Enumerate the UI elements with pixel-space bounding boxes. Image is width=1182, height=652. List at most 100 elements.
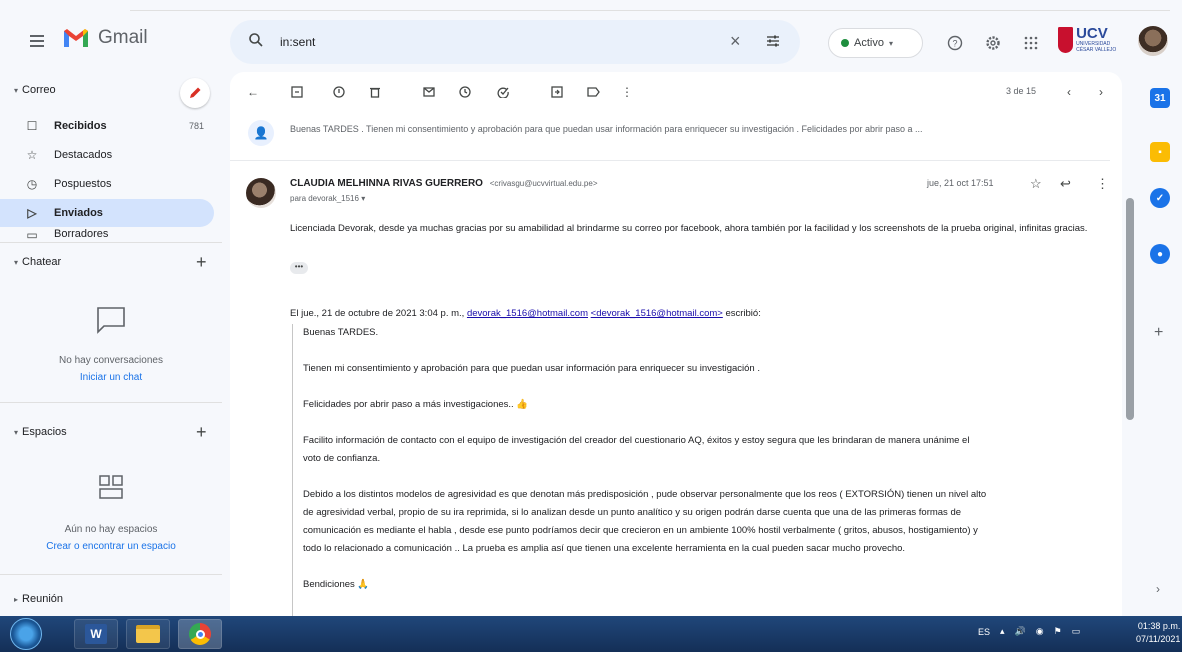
battery-icon[interactable]: ▭ — [1072, 626, 1081, 637]
organization-logo[interactable]: UCV UNIVERSIDAD CÉSAR VALLEJO — [1058, 22, 1128, 58]
org-logo-text: UCV — [1076, 25, 1108, 42]
quote-email-link[interactable]: devorak_1516@hotmail.com — [467, 308, 588, 319]
status-selector[interactable]: Activo ▾ — [828, 28, 923, 58]
help-icon[interactable]: ? — [946, 34, 964, 52]
new-chat-plus-icon[interactable]: + — [196, 252, 207, 273]
add-addon-plus-icon[interactable]: + — [1154, 324, 1163, 342]
label-tag-icon[interactable] — [584, 83, 602, 101]
language-indicator[interactable]: ES — [978, 627, 990, 637]
keep-icon[interactable]: ▪ — [1150, 142, 1170, 162]
chrome-app-icon[interactable] — [178, 619, 222, 649]
svg-text:?: ? — [952, 39, 957, 49]
divider — [0, 242, 222, 243]
quote-line: comunicación es mediante el habla , desd… — [303, 525, 978, 536]
windows-start-button[interactable] — [10, 618, 42, 650]
caret-down-icon: ▾ — [14, 257, 19, 267]
search-input[interactable] — [280, 32, 680, 52]
recipient-line[interactable]: para devorak_1516 ▾ — [290, 194, 365, 203]
move-to-icon[interactable] — [548, 83, 566, 101]
scrollbar[interactable] — [1126, 198, 1134, 420]
sidebar-item-drafts[interactable]: ▭ Borradores — [0, 228, 214, 240]
sidebar-item-starred[interactable]: ☆ Destacados — [0, 141, 214, 169]
calendar-icon[interactable]: 31 — [1150, 88, 1170, 108]
file-explorer-icon[interactable] — [126, 619, 170, 649]
start-chat-link[interactable]: Iniciar un chat — [0, 372, 222, 383]
reply-icon[interactable]: ↩ — [1060, 176, 1071, 192]
sender-line: CLAUDIA MELHINNA RIVAS GUERRERO <crivasg… — [290, 178, 597, 189]
quote-intro-text: El jue., 21 de octubre de 2021 3:04 p. m… — [290, 308, 467, 319]
sender-name[interactable]: CLAUDIA MELHINNA RIVAS GUERRERO — [290, 178, 483, 189]
archive-icon[interactable] — [288, 83, 306, 101]
sidebar-item-sent[interactable]: ▷ Enviados — [0, 199, 214, 227]
taskbar-clock[interactable]: 01:38 p.m. 07/11/2021 — [1136, 620, 1180, 646]
show-trimmed-content-button[interactable]: ••• — [290, 262, 308, 274]
sender-avatar[interactable] — [246, 178, 276, 208]
meet-section-header[interactable]: ▸ Reunión — [14, 593, 63, 605]
more-vert-icon[interactable]: ⋮ — [618, 83, 636, 101]
message-view: ← ⋮ 3 de 15 ‹ › 👤 Buenas TARDES . Tienen… — [230, 72, 1122, 616]
create-space-link[interactable]: Crear o encontrar un espacio — [0, 541, 222, 552]
star-icon[interactable]: ☆ — [1030, 176, 1042, 192]
snooze-clock-icon[interactable] — [456, 83, 474, 101]
compose-button[interactable] — [180, 78, 210, 108]
spaces-section-header[interactable]: ▾ Espacios — [14, 426, 67, 438]
quote-line: Facilito información de contacto con el … — [303, 435, 970, 446]
sidebar-item-label: Pospuestos — [54, 178, 112, 190]
delete-trash-icon[interactable] — [366, 83, 384, 101]
search-bar[interactable]: × — [230, 20, 800, 64]
clock-icon: ◷ — [26, 177, 38, 191]
caret-down-icon: ▾ — [14, 85, 19, 95]
newer-chevron-left-icon[interactable]: ‹ — [1060, 83, 1078, 101]
quote-intro-text: escribió: — [722, 308, 761, 319]
message-toolbar: ← ⋮ 3 de 15 ‹ › — [230, 72, 1122, 112]
quote-email-link[interactable]: <devorak_1516@hotmail.com> — [591, 308, 723, 319]
sidebar-item-label: Borradores — [54, 228, 109, 240]
settings-gear-icon[interactable] — [984, 34, 1002, 52]
pencil-icon — [190, 87, 201, 98]
expand-chevron-right-icon[interactable]: › — [1156, 582, 1160, 596]
sidebar-item-label: Enviados — [54, 207, 103, 219]
flag-icon[interactable]: ⚑ — [1054, 626, 1062, 637]
collapsed-message[interactable]: 👤 Buenas TARDES . Tienen mi consentimien… — [230, 120, 1106, 150]
chevron-down-icon: ▾ — [888, 38, 893, 48]
main-menu-button[interactable] — [26, 30, 48, 52]
search-options-icon[interactable] — [765, 33, 781, 49]
account-avatar[interactable] — [1138, 26, 1168, 56]
chat-section-label: Chatear — [22, 256, 62, 268]
divider — [130, 10, 1170, 11]
search-icon[interactable] — [248, 32, 264, 48]
more-vert-icon[interactable]: ⋮ — [1096, 176, 1109, 192]
contacts-icon[interactable]: ● — [1150, 244, 1170, 264]
app-name: Gmail — [98, 27, 148, 48]
mail-section-header[interactable]: ▾ Correo — [14, 84, 56, 96]
meet-section-label: Reunión — [22, 593, 63, 605]
quote-line: Bendiciones 🙏 — [303, 579, 370, 590]
chevron-down-icon: ▾ — [361, 194, 366, 203]
apps-grid-icon[interactable] — [1022, 34, 1040, 52]
show-hidden-icons-arrow-icon[interactable]: ▴ — [1000, 626, 1005, 637]
word-app-icon[interactable]: W — [74, 619, 118, 649]
unread-count: 781 — [188, 121, 204, 131]
chat-section-header[interactable]: ▾ Chatear — [14, 256, 61, 268]
mark-unread-icon[interactable] — [420, 83, 438, 101]
send-icon: ▷ — [27, 206, 37, 220]
older-chevron-right-icon[interactable]: › — [1092, 83, 1110, 101]
spaces-section-label: Espacios — [22, 426, 67, 438]
caret-down-icon: ▾ — [14, 427, 19, 437]
chat-empty-text: No hay conversaciones — [59, 355, 163, 366]
clock-time: 01:38 p.m. — [1137, 621, 1181, 631]
gmail-logo[interactable]: Gmail — [62, 27, 148, 49]
tasks-icon[interactable]: ✓ — [1150, 188, 1170, 208]
sidebar-item-snoozed[interactable]: ◷ Pospuestos — [0, 170, 214, 198]
quote-line: Tienen mi consentimiento y aprobación pa… — [303, 363, 760, 374]
new-space-plus-icon[interactable]: + — [196, 422, 207, 443]
report-spam-icon[interactable] — [330, 83, 348, 101]
network-icon[interactable]: ◉ — [1036, 626, 1044, 637]
system-tray: ES ▴ 🔊 ◉ ⚑ ▭ — [978, 626, 1080, 637]
volume-icon[interactable]: 🔊 — [1015, 626, 1026, 637]
add-task-icon[interactable] — [494, 83, 512, 101]
sidebar-item-inbox[interactable]: ☐ Recibidos 781 — [0, 112, 214, 140]
back-arrow-icon[interactable]: ← — [244, 83, 262, 101]
sender-avatar: 👤 — [248, 120, 274, 146]
clear-search-icon[interactable]: × — [730, 31, 741, 52]
